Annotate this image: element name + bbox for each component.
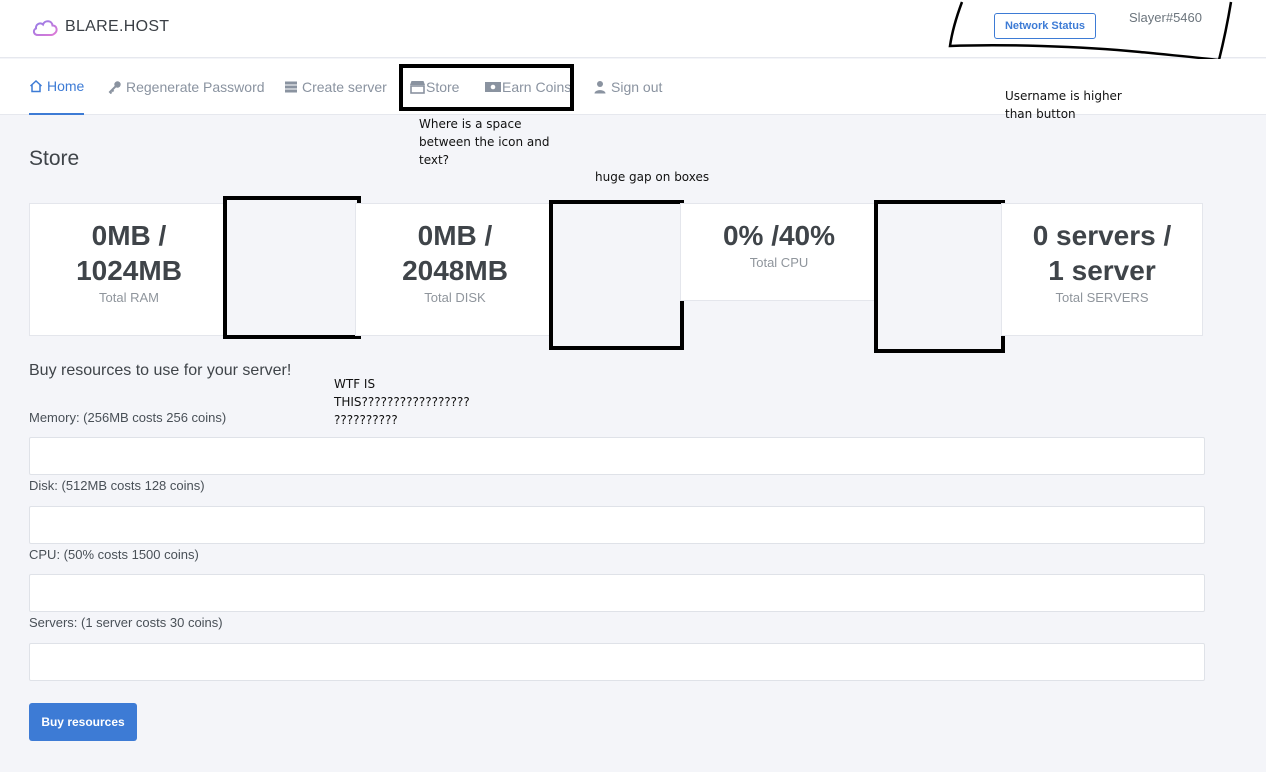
brand[interactable]: BLARE.HOST	[31, 14, 169, 40]
memory-label: Memory: (256MB costs 256 coins)	[29, 410, 227, 425]
brand-name: BLARE.HOST	[65, 18, 170, 35]
annotation-username: Username is higher than button	[1005, 89, 1122, 121]
home-icon	[29, 79, 43, 93]
server-icon	[285, 81, 297, 93]
cloud-logo-icon	[32, 20, 58, 36]
annotation-box-gap-1	[223, 196, 361, 339]
buy-resources-heading: Buy resources to use for your server!	[29, 362, 292, 379]
stat-value-servers-used: 0 servers /	[1032, 220, 1172, 251]
nav-label-sign-out: Sign out	[611, 79, 663, 95]
annotation-wtf: WTF IS THIS????????????????? ??????????	[334, 377, 470, 427]
nav-label-regenerate-password: Regenerate Password	[126, 79, 265, 95]
disk-input[interactable]	[29, 506, 1205, 544]
annotation-icon-space: Where is a space between the icon and te…	[419, 117, 550, 167]
user-icon	[594, 81, 606, 94]
cpu-label: CPU: (50% costs 1500 coins)	[29, 547, 199, 562]
stat-card-disk: 0MB / 2048MB Total DISK	[355, 203, 555, 336]
stat-value-disk-used: 0MB /	[417, 220, 493, 251]
stat-label-disk: Total DISK	[424, 290, 486, 305]
scribble-annotation	[948, 1, 1233, 62]
stat-label-ram: Total RAM	[99, 290, 159, 305]
key-icon	[108, 81, 121, 94]
stat-value-ram-total: 1024MB	[76, 255, 182, 286]
page-title: Store	[29, 147, 80, 170]
cpu-input[interactable]	[29, 574, 1205, 612]
nav-item-home[interactable]: Home	[29, 59, 85, 115]
annotation-gap: huge gap on boxes	[595, 170, 710, 184]
top-header: BLARE.HOST Network Status Slayer#5460	[0, 0, 1266, 62]
nav-label-create-server: Create server	[302, 79, 387, 95]
stat-value-cpu: 0% /40%	[722, 220, 836, 251]
nav-item-regenerate-password[interactable]: Regenerate Password	[108, 59, 265, 115]
stat-value-servers-total: 1 server	[1048, 255, 1156, 286]
stat-card-ram: 0MB / 1024MB Total RAM	[29, 203, 229, 336]
nav-item-create-server[interactable]: Create server	[284, 59, 387, 115]
stat-value-disk-total: 2048MB	[402, 255, 508, 286]
stat-label-cpu: Total CPU	[749, 255, 809, 270]
servers-label: Servers: (1 server costs 30 coins)	[29, 615, 223, 630]
annotation-box-gap-3	[874, 200, 1005, 353]
servers-input[interactable]	[29, 643, 1205, 681]
nav-label-home: Home	[47, 78, 85, 94]
annotation-box-nav	[399, 64, 574, 111]
stat-value-ram-used: 0MB /	[91, 220, 167, 251]
disk-label: Disk: (512MB costs 128 coins)	[29, 478, 205, 493]
nav-item-sign-out[interactable]: Sign out	[593, 59, 662, 115]
buy-resources-button[interactable]: Buy resources	[29, 703, 137, 741]
stat-card-servers: 0 servers / 1 server Total SERVERS	[1001, 203, 1203, 336]
stat-label-servers: Total SERVERS	[1055, 290, 1149, 305]
memory-input[interactable]	[29, 437, 1205, 475]
annotation-box-gap-2	[549, 200, 684, 350]
stat-card-cpu: 0% /40% Total CPU	[680, 203, 878, 301]
